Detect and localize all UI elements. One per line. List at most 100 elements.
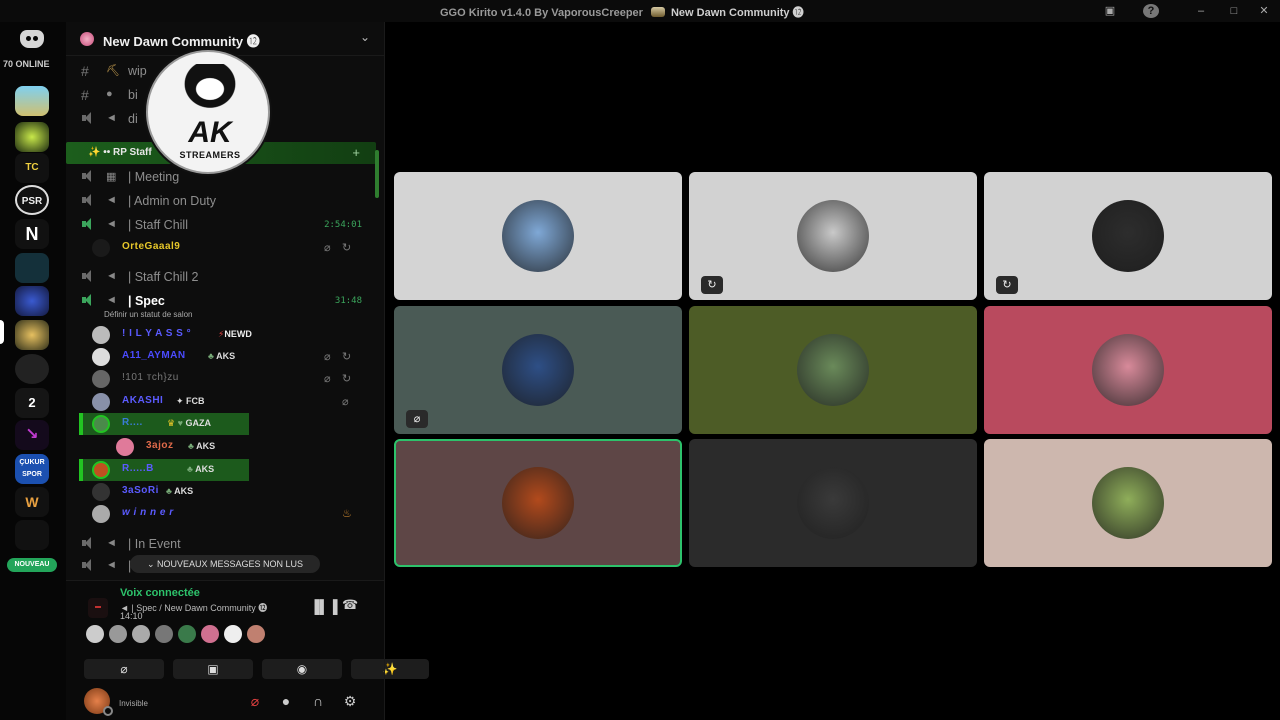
- voice-user[interactable]: OrteGaaal9 ⌀ ↻: [88, 237, 368, 259]
- user-tag: ✦ FCB: [176, 396, 205, 406]
- help-icon[interactable]: ?: [1143, 4, 1159, 18]
- participant-avatar[interactable]: [178, 625, 196, 643]
- server-icon-6[interactable]: [15, 253, 49, 283]
- server-icon-tc[interactable]: TC: [15, 153, 49, 183]
- deafened-icon: ↻: [342, 373, 352, 385]
- channel-admin-on-duty[interactable]: ◄ | Admin on Duty: [68, 190, 374, 212]
- new-unread-messages-button[interactable]: ⌄ NOUVEAUX MESSAGES NON LUS: [130, 555, 320, 573]
- chevron-down-icon[interactable]: ⌄: [360, 30, 370, 44]
- channel-list-scrollbar[interactable]: [375, 150, 379, 198]
- speaker-icon: ◄: [106, 270, 117, 282]
- video-tile[interactable]: [394, 439, 682, 567]
- user-tag-text: AKS: [174, 486, 194, 496]
- app-title: GGO Kirito v1.4.0 By VaporousCreeper: [440, 7, 643, 19]
- channel-spec[interactable]: ◄ | Spec 31:48 Définir un statut de salo…: [68, 290, 374, 322]
- soundboard-button[interactable]: ✨: [351, 659, 429, 679]
- channel-in-event[interactable]: ◄ | In Event: [68, 533, 374, 555]
- screen-share-button[interactable]: ▣: [173, 659, 253, 679]
- participant-avatar: [502, 334, 574, 406]
- activities-button[interactable]: ◉: [262, 659, 342, 679]
- voice-user[interactable]: AKASHI ✦ FCB ⌀: [88, 391, 368, 413]
- server-icon-cukur-spor[interactable]: ÇUKUR SPOR: [15, 454, 49, 484]
- avatar: [92, 326, 110, 344]
- user-tag-text: FCB: [186, 396, 205, 406]
- participant-avatar[interactable]: [155, 625, 173, 643]
- voice-user[interactable]: 3aSoRi ♣ AKS: [88, 481, 368, 503]
- voice-user[interactable]: w i n n e r ♨: [88, 503, 368, 525]
- participant-avatar[interactable]: [132, 625, 150, 643]
- user-name: 3aSoRi: [122, 485, 159, 496]
- screen-share-icon[interactable]: ▣: [1102, 4, 1118, 18]
- voice-participants: [86, 625, 270, 643]
- discord-home-icon[interactable]: [20, 30, 44, 48]
- server-folder-count[interactable]: 2: [15, 388, 49, 418]
- voice-user[interactable]: !101 тch}zu ⌀ ↻: [88, 368, 368, 390]
- server-icon-9[interactable]: [15, 354, 49, 384]
- disconnect-icon[interactable]: ☎: [342, 597, 358, 613]
- new-servers-pill[interactable]: NOUVEAU: [7, 558, 57, 572]
- participant-avatar[interactable]: [224, 625, 242, 643]
- tile-status-icon: ↻: [701, 276, 723, 294]
- server-header[interactable]: New Dawn Community ⓬ ⌄: [66, 22, 384, 56]
- participant-avatar[interactable]: [109, 625, 127, 643]
- avatar: [92, 393, 110, 411]
- video-tile[interactable]: ⌀: [394, 306, 682, 434]
- channel-name: | In Event: [128, 537, 181, 551]
- voice-user[interactable]: 3ajoz ♣ AKS: [112, 436, 392, 458]
- server-icon-n[interactable]: N: [15, 219, 49, 249]
- add-channel-icon[interactable]: +: [352, 145, 360, 160]
- server-icon-7[interactable]: [15, 286, 49, 316]
- server-icon-11[interactable]: ↘: [15, 420, 49, 450]
- video-tile[interactable]: ↻: [689, 172, 977, 300]
- camera-off-button[interactable]: ⌀: [84, 659, 164, 679]
- server-icon-w[interactable]: W: [15, 487, 49, 517]
- voice-user-speaking[interactable]: R.....B ♣ AKS: [79, 459, 249, 481]
- server-icon: [650, 7, 665, 17]
- video-tile[interactable]: ↻: [984, 172, 1272, 300]
- video-tile[interactable]: [394, 172, 682, 300]
- channel-status[interactable]: Définir un statut de salon: [104, 310, 193, 319]
- maximize-button[interactable]: □: [1226, 4, 1242, 18]
- muted-icon: ⌀: [324, 242, 331, 254]
- channel-staff-chill[interactable]: ◄ | Staff Chill 2:54:01: [68, 214, 374, 236]
- user-panel: Invisible ⌀ ● ∩ ⚙: [66, 684, 384, 720]
- user-name: A11_AYMAN: [122, 350, 186, 361]
- video-tile[interactable]: [984, 306, 1272, 434]
- microphone-icon[interactable]: ●: [275, 690, 297, 712]
- channel-timer: 2:54:01: [324, 220, 362, 230]
- participant-avatar[interactable]: [86, 625, 104, 643]
- status-indicator: [103, 706, 113, 716]
- server-icon-2[interactable]: [15, 122, 49, 152]
- avatar: [92, 415, 110, 433]
- video-tile[interactable]: [689, 306, 977, 434]
- server-icon-psr[interactable]: PSR: [15, 185, 49, 215]
- voice-user[interactable]: A11_AYMAN ♣ AKS ⌀ ↻: [88, 346, 368, 368]
- voice-user[interactable]: ! I L Y A S S ° ⚡NEWD: [88, 324, 368, 346]
- deafened-icon: ↻: [342, 242, 352, 254]
- title-bar: GGO Kirito v1.4.0 By VaporousCreeper New …: [0, 0, 1280, 22]
- participant-avatar[interactable]: [201, 625, 219, 643]
- video-tile[interactable]: [984, 439, 1272, 567]
- camera-off-icon[interactable]: ⌀: [244, 690, 266, 712]
- minimize-button[interactable]: –: [1193, 4, 1209, 18]
- server-icon-14[interactable]: [15, 520, 49, 550]
- speaker-icon: ◄: [106, 218, 117, 230]
- participant-avatar[interactable]: [247, 625, 265, 643]
- window-server-title: New Dawn Community ⓬: [670, 7, 804, 19]
- voice-channel-icon: [81, 537, 95, 549]
- voice-user-speaking[interactable]: R.... ♛ ♥ GAZA: [79, 413, 249, 435]
- video-tile[interactable]: [689, 439, 977, 567]
- channel-name: | Staff Chill 2: [128, 270, 199, 284]
- online-count: 70 ONLINE: [3, 59, 50, 69]
- server-icon-new-dawn[interactable]: [15, 320, 49, 350]
- voice-connected-title[interactable]: Voix connectée: [120, 587, 200, 599]
- text-channel-icon: #: [81, 87, 89, 103]
- channel-name: di: [128, 112, 138, 126]
- close-button[interactable]: ✕: [1256, 4, 1272, 18]
- participant-avatar: [1092, 200, 1164, 272]
- noise-suppression-icon[interactable]: ▐▌▐: [310, 599, 338, 614]
- headphones-icon[interactable]: ∩: [307, 690, 329, 712]
- server-icon-1[interactable]: [15, 86, 49, 116]
- settings-gear-icon[interactable]: ⚙: [339, 690, 361, 712]
- channel-staff-chill-2[interactable]: ◄ | Staff Chill 2: [68, 266, 374, 288]
